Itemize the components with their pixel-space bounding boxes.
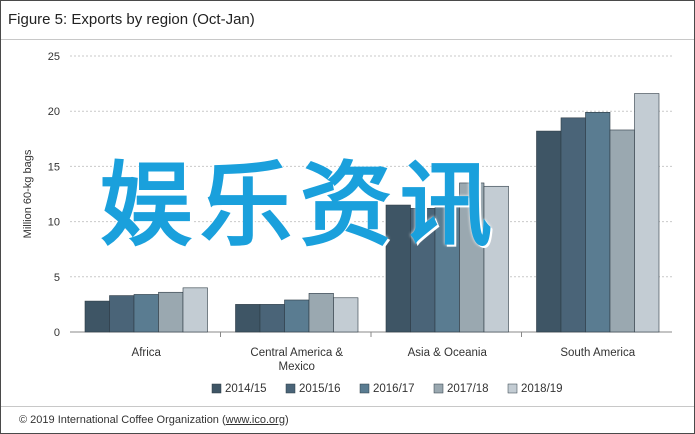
copyright-suffix: ) [284, 414, 289, 426]
legend-label: 2015/16 [299, 383, 341, 395]
legend-label: 2016/17 [373, 383, 415, 395]
copyright-text: © 2019 International Coffee Organization… [19, 414, 289, 426]
legend-swatch [359, 383, 370, 394]
y-tick-label: 10 [48, 217, 60, 229]
bar [235, 304, 261, 333]
category-label: Central America & [250, 347, 343, 359]
bar [84, 300, 110, 333]
footer: © 2019 International Coffee Organization… [1, 406, 694, 434]
bar [536, 130, 562, 333]
y-tick-label: 20 [48, 106, 60, 118]
bar [259, 304, 285, 333]
y-tick-label: 15 [48, 161, 60, 173]
copyright-prefix: © 2019 International Coffee Organization… [19, 414, 226, 426]
bar [158, 291, 184, 333]
category-label: Mexico [279, 361, 315, 373]
category-label: South America [560, 347, 635, 359]
ico-link[interactable]: www.ico.org [226, 414, 285, 426]
bar [585, 112, 611, 333]
y-tick-label: 25 [48, 51, 60, 63]
legend-swatch [507, 383, 518, 394]
bar [308, 293, 334, 333]
y-tick-label: 0 [54, 327, 60, 339]
bar [109, 295, 135, 333]
legend-swatch [433, 383, 444, 394]
bar [609, 129, 635, 333]
y-tick-label: 5 [54, 272, 60, 284]
bar [182, 287, 208, 333]
bar [133, 294, 159, 333]
watermark-overlay: 娱乐资讯 [100, 152, 501, 259]
bar [284, 299, 310, 333]
legend-label: 2014/15 [225, 383, 267, 395]
legend-swatch [285, 383, 296, 394]
y-axis-title: Million 60-kg bags [22, 149, 34, 238]
bar [634, 93, 660, 333]
legend-swatch [211, 383, 222, 394]
legend-label: 2018/19 [521, 383, 563, 395]
bar [333, 297, 359, 333]
legend-label: 2017/18 [447, 383, 489, 395]
category-label: Asia & Oceania [408, 347, 488, 359]
bar [560, 117, 586, 333]
category-label: Africa [132, 347, 162, 359]
